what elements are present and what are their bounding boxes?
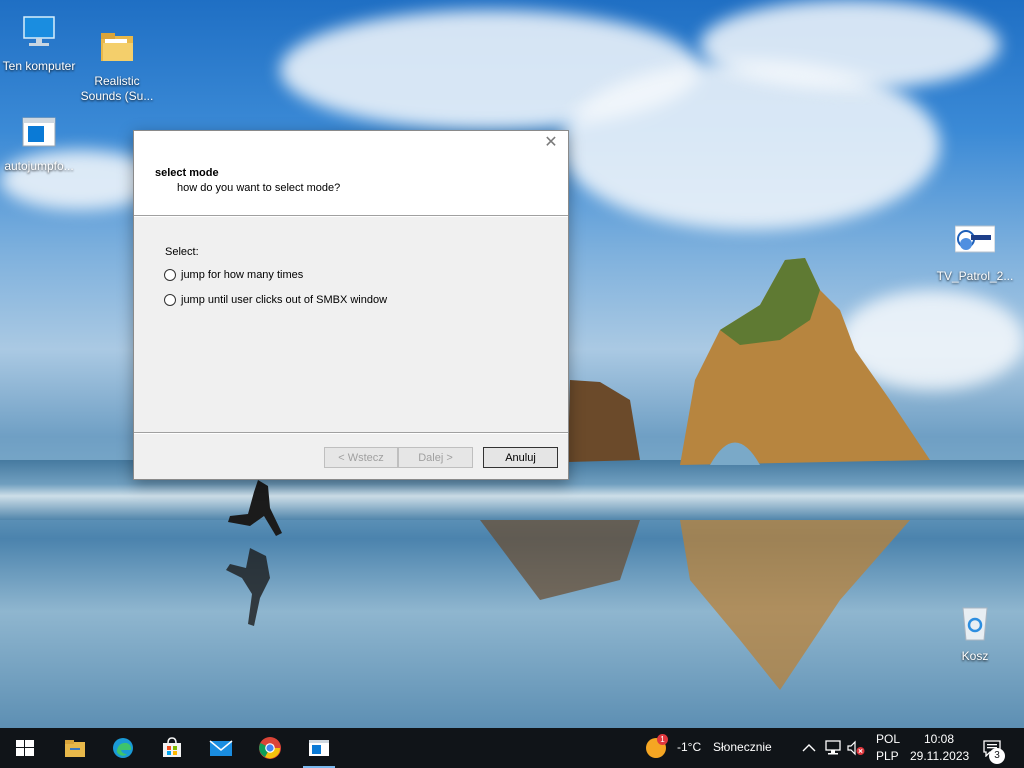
recycle-bin-icon: [962, 607, 988, 641]
back-button[interactable]: < Wstecz: [324, 447, 398, 468]
wallpaper-rock: [568, 258, 930, 465]
mail-icon[interactable]: [209, 736, 233, 760]
desktop-icon-this-pc[interactable]: Ten komputer: [0, 12, 78, 74]
wallpaper-runner: [226, 480, 282, 626]
edge-icon[interactable]: [111, 736, 135, 760]
folder-icon: [101, 33, 133, 61]
notification-count-badge: 3: [989, 748, 1005, 764]
wallpaper-reflection: [480, 520, 910, 690]
chevron-up-icon[interactable]: [802, 742, 816, 754]
app-window-icon: [22, 117, 56, 147]
clock-time[interactable]: 10:08: [924, 732, 954, 747]
radio-button[interactable]: [164, 294, 176, 306]
desktop-icon-label: autojumpfo...: [4, 159, 74, 173]
desktop-icon-label: Ten komputer: [2, 59, 76, 73]
network-icon[interactable]: [824, 740, 842, 756]
select-label: Select:: [165, 246, 199, 258]
store-icon[interactable]: [160, 736, 184, 760]
desktop-icon-recycle-bin[interactable]: Kosz: [936, 602, 1014, 664]
option-jump-until-click[interactable]: jump until user clicks out of SMBX windo…: [164, 294, 387, 306]
weather-badge: 1: [657, 734, 668, 745]
desktop-icon-label: TV_Patrol_2...: [936, 269, 1014, 283]
header-divider: [134, 215, 568, 217]
language-code[interactable]: POL: [876, 732, 900, 747]
desktop-wallpaper: Ten komputer Realistic Sounds (Su... aut…: [0, 0, 1024, 728]
header-title: select mode: [155, 167, 219, 179]
radio-button[interactable]: [164, 269, 176, 281]
next-button[interactable]: Dalej >: [398, 447, 473, 468]
desktop-icon-autojump[interactable]: autojumpfo...: [0, 112, 78, 174]
file-explorer-icon[interactable]: [63, 736, 87, 760]
desktop-icon-label: Kosz: [961, 649, 989, 663]
header-subtitle: how do you want to select mode?: [177, 182, 341, 194]
footer-divider: [134, 432, 568, 434]
start-icon[interactable]: [13, 736, 37, 760]
wizard-dialog: ✕ select mode how do you want to select …: [133, 130, 569, 480]
chrome-icon[interactable]: [258, 736, 282, 760]
close-icon[interactable]: ✕: [542, 135, 560, 153]
keyboard-layout[interactable]: PLP: [876, 749, 899, 764]
dialog-titlebar[interactable]: ✕: [134, 131, 568, 157]
desktop-icon-realistic-sounds[interactable]: Realistic Sounds (Su...: [78, 12, 156, 119]
clock-date[interactable]: 29.11.2023: [910, 749, 969, 764]
speaker-muted-icon[interactable]: [846, 740, 866, 756]
dialog-header: select mode how do you want to select mo…: [134, 157, 568, 215]
desktop-icon-tv-patrol[interactable]: TV_Patrol_2...: [936, 222, 1014, 284]
image-file-icon: [954, 225, 996, 253]
cancel-button[interactable]: Anuluj: [483, 447, 558, 468]
taskbar: 1 -1°C Słonecznie POL PLP 10:08 29.11.20…: [0, 728, 1024, 768]
option-label: jump until user clicks out of SMBX windo…: [181, 294, 388, 306]
computer-icon: [23, 16, 55, 46]
weather-temp[interactable]: -1°C: [677, 740, 701, 755]
app-window-icon[interactable]: [307, 736, 331, 760]
desktop-icon-label: Realistic Sounds (Su...: [80, 74, 154, 103]
weather-condition[interactable]: Słonecznie: [713, 740, 772, 755]
option-label: jump for how many times: [181, 269, 304, 281]
option-jump-times[interactable]: jump for how many times: [164, 269, 303, 281]
wallpaper-cloud: [700, 0, 1000, 90]
